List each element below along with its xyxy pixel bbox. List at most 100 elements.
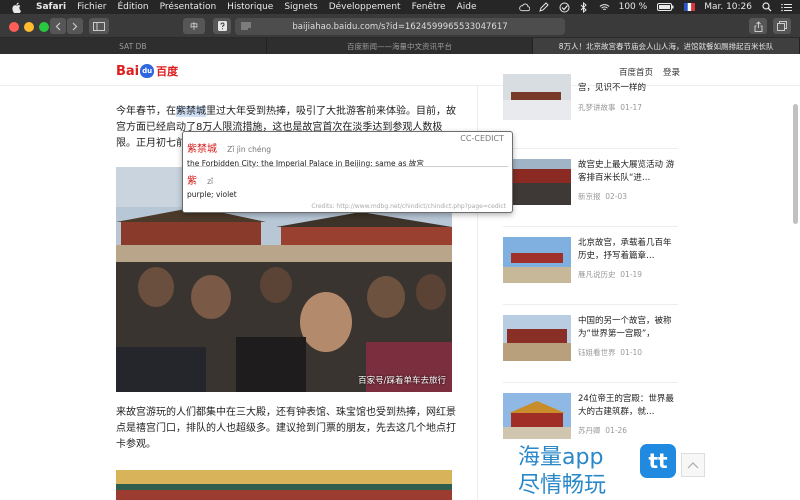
entry-definition: the Forbidden City; the Imperial Palace … xyxy=(187,159,424,168)
baidu-paw-icon: du xyxy=(140,64,155,78)
safari-toolbar: 中 baijiahao.baidu.com/s?id=1624599965533… xyxy=(0,14,800,38)
selected-word-highlight[interactable]: 紫禁城 xyxy=(176,106,206,117)
bluetooth-icon[interactable] xyxy=(579,1,590,13)
tab-bar: SAT DB 百度新闻——海量中文资讯平台 8万人！北京故宫春节庙会人山人海，进… xyxy=(0,38,800,54)
address-bar[interactable]: baijiahao.baidu.com/s?id=162459996553304… xyxy=(235,18,565,35)
related-meta: 苏丹卿 01-26 xyxy=(578,425,627,436)
dictionary-credits[interactable]: Credits: http://www.mdbg.net/chindict/ch… xyxy=(311,203,506,210)
divider xyxy=(503,304,678,305)
share-icon xyxy=(754,20,762,32)
dictionary-entry: 紫禁城 Zǐ jìn chéng the Forbidden City; the… xyxy=(187,137,507,169)
related-articles-sidebar: 宫，见识不一样的 孔梦讲故事 01-17 故宫史上最大展览活动 游客排百米长队“… xyxy=(477,74,794,500)
page-scrollbar[interactable] xyxy=(793,104,798,224)
ad-headline: 海量app 尽情畅玩 xyxy=(518,444,606,500)
divider xyxy=(503,382,678,383)
related-meta: 雁凡说历史 01-19 xyxy=(578,269,642,280)
para1-text-start: 今年春节，在 xyxy=(116,106,176,117)
minimize-window-button[interactable] xyxy=(24,22,34,32)
menu-fichier[interactable]: Fichier xyxy=(77,2,106,12)
show-all-tabs-button[interactable] xyxy=(773,18,791,34)
dictionary-extension-button[interactable] xyxy=(213,18,231,34)
ad-line-1: 海量app xyxy=(518,445,604,470)
related-meta: 新京报 02-03 xyxy=(578,191,627,202)
help-question-icon xyxy=(217,21,227,31)
related-title: 宫，见识不一样的 xyxy=(578,83,647,93)
battery-icon[interactable] xyxy=(656,2,674,13)
cloud-icon[interactable] xyxy=(518,2,530,13)
forward-button[interactable] xyxy=(67,18,83,34)
logo-text: Bai xyxy=(116,63,140,79)
notification-list-icon[interactable] xyxy=(781,2,792,13)
chevron-right-icon xyxy=(72,22,78,30)
divider xyxy=(503,148,678,149)
related-thumbnail xyxy=(503,237,571,283)
share-button[interactable] xyxy=(749,18,767,34)
sidebar-toggle-button[interactable] xyxy=(89,18,109,34)
translate-button[interactable]: 中 xyxy=(183,18,205,34)
entry-hanzi: 紫禁城 xyxy=(187,144,217,155)
article-photo-palace-roof xyxy=(116,470,452,500)
ad-app-logo-icon: tt xyxy=(640,444,676,478)
related-date: 01-17 xyxy=(620,103,643,112)
article-paragraph-2: 来故宫游玩的人们都集中在三大殿，还有钟表馆、珠宝馆也受到热捧，网红景点是禧宫门口… xyxy=(116,407,456,450)
tab-forbidden-city-article[interactable]: 8万人！北京故宫春节庙会人山人海，进馆就餐如厕排起百米长队 xyxy=(533,38,800,54)
related-title: 中国的另一个故宫，被称为“世界第一宫殿”， xyxy=(578,316,672,339)
tab-baidu-news[interactable]: 百度新闻——海量中文资讯平台 xyxy=(267,38,534,54)
related-meta: 孔梦讲故事 01-17 xyxy=(578,102,642,113)
menu-clock[interactable]: Mar. 10:26 xyxy=(704,2,752,12)
menu-developpement[interactable]: Développement xyxy=(329,2,401,12)
dictionary-entry: 紫 zǐ purple; violet xyxy=(187,169,507,199)
dictionary-popup: CC-CEDICT 紫禁城 Zǐ jìn chéng the Forbidden… xyxy=(182,131,513,213)
ad-line-2: 尽情畅玩 xyxy=(518,473,607,498)
close-window-button[interactable] xyxy=(9,22,19,32)
web-content: Bai du 百度 百度首页 登录 今年春节，在紫禁城里过大年受到热捧，吸引了大… xyxy=(0,54,800,500)
entry-pinyin: zǐ xyxy=(207,177,214,186)
entry-definition: purple; violet xyxy=(187,190,237,199)
related-source: 雁凡说历史 xyxy=(578,270,616,279)
related-article-4[interactable]: 中国的另一个故宫，被称为“世界第一宫殿”， 钰姐看世界 01-10 xyxy=(503,315,678,375)
related-thumbnail xyxy=(503,74,571,120)
apple-menu-icon[interactable] xyxy=(10,0,24,14)
entry-hanzi: 紫 xyxy=(187,176,197,187)
related-source: 孔梦讲故事 xyxy=(578,103,616,112)
related-source: 钰姐看世界 xyxy=(578,348,616,357)
related-article-1[interactable]: 宫，见识不一样的 孔梦讲故事 01-17 xyxy=(503,74,678,134)
fullscreen-window-button[interactable] xyxy=(39,22,49,32)
related-article-3[interactable]: 北京故宫，承载着几百年历史，抒写着篇章… 雁凡说历史 01-19 xyxy=(503,237,678,297)
divider xyxy=(187,166,508,167)
back-to-top-button[interactable] xyxy=(681,453,705,477)
checkmark-circle-icon[interactable] xyxy=(559,2,570,13)
menu-aide[interactable]: Aide xyxy=(457,2,477,12)
back-button[interactable] xyxy=(50,18,66,34)
related-date: 01-19 xyxy=(620,270,643,279)
menu-signets[interactable]: Signets xyxy=(284,2,317,12)
reader-mode-icon[interactable] xyxy=(241,22,251,33)
related-source: 新京报 xyxy=(578,192,601,201)
menu-fenetre[interactable]: Fenêtre xyxy=(412,2,446,12)
entry-pinyin: Zǐ jìn chéng xyxy=(227,145,272,154)
baidu-header: Bai du 百度 百度首页 登录 xyxy=(0,54,800,86)
related-title: 北京故宫，承载着几百年历史，抒写着篇章… xyxy=(578,238,672,261)
tab-sat-db[interactable]: SAT DB xyxy=(0,38,267,54)
pen-icon[interactable] xyxy=(539,2,550,13)
menu-safari[interactable]: Safari xyxy=(36,2,66,12)
french-flag-icon[interactable] xyxy=(683,2,695,13)
chevron-left-icon xyxy=(55,22,61,30)
chevron-up-icon xyxy=(687,461,699,468)
related-date: 01-10 xyxy=(620,348,643,357)
related-meta: 钰姐看世界 01-10 xyxy=(578,347,642,358)
related-source: 苏丹卿 xyxy=(578,426,601,435)
menu-edition[interactable]: Édition xyxy=(118,2,149,12)
spotlight-search-icon[interactable] xyxy=(761,2,772,13)
menu-historique[interactable]: Historique xyxy=(227,2,273,12)
baidu-logo[interactable]: Bai du 百度 xyxy=(116,63,178,79)
menu-presentation[interactable]: Présentation xyxy=(160,2,217,12)
divider xyxy=(503,226,678,227)
url-text: baijiahao.baidu.com/s?id=162459996553304… xyxy=(292,21,508,32)
tabs-overview-icon xyxy=(777,21,787,31)
related-article-2[interactable]: 故宫史上最大展览活动 游客排百米长队“进… 新京报 02-03 xyxy=(503,159,678,219)
macos-menu-bar: Safari Fichier Édition Présentation Hist… xyxy=(0,0,800,14)
related-title: 24位帝王的宫殿：世界最大的古建筑群，就… xyxy=(578,394,674,417)
battery-percent: 100 % xyxy=(618,2,648,12)
wifi-icon[interactable] xyxy=(599,2,610,13)
